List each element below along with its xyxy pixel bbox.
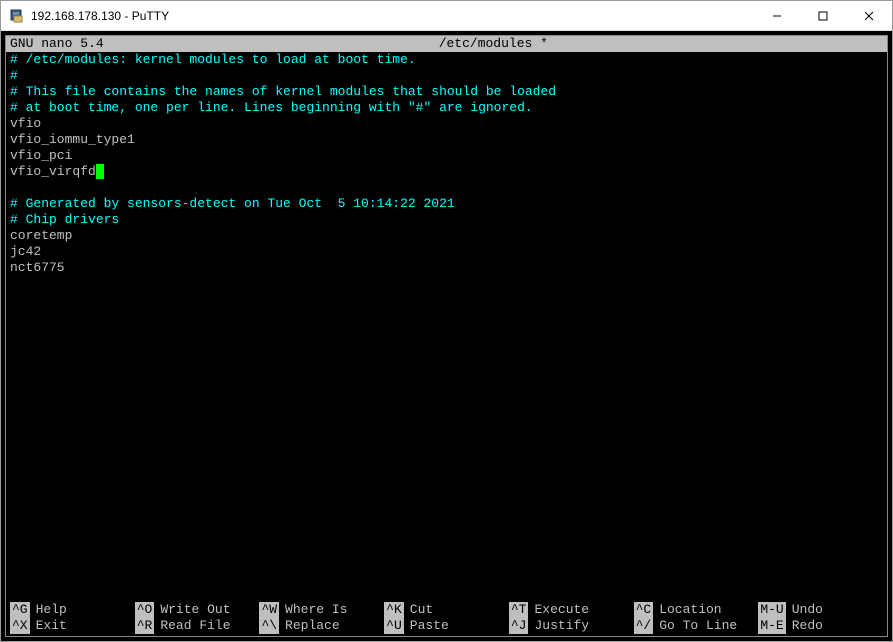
shortcut-key: ^R [135, 618, 155, 634]
comment-text: # Chip drivers [10, 212, 119, 228]
shortcut-key: ^\ [259, 618, 279, 634]
nano-version: GNU nano 5.4 [10, 36, 144, 52]
shortcut-item: ^C Location [634, 602, 759, 618]
shortcut-key: ^X [10, 618, 30, 634]
code-text: coretemp [10, 228, 72, 244]
editor-line[interactable]: # Chip drivers [10, 212, 883, 228]
titlebar[interactable]: 192.168.178.130 - PuTTY [1, 1, 892, 31]
shortcut-key: ^U [384, 618, 404, 634]
editor-body[interactable]: # /etc/modules: kernel modules to load a… [6, 52, 887, 602]
terminal[interactable]: GNU nano 5.4 /etc/modules * # /etc/modul… [5, 35, 888, 637]
putty-window: 192.168.178.130 - PuTTY GNU nano 5.4 /et… [0, 0, 893, 642]
editor-line[interactable] [10, 180, 883, 196]
shortcut-desc: Justify [534, 618, 589, 634]
shortcut-item: M-U Undo [758, 602, 883, 618]
editor-line[interactable]: vfio_virqfd [10, 164, 883, 180]
code-text: jc42 [10, 244, 41, 260]
shortcut-desc: Read File [160, 618, 230, 634]
shortcut-item: ^K Cut [384, 602, 509, 618]
shortcut-item: ^W Where Is [259, 602, 384, 618]
shortcut-key: M-U [758, 602, 785, 618]
window-title: 192.168.178.130 - PuTTY [31, 9, 754, 23]
shortcut-item: ^X Exit [10, 618, 135, 634]
shortcut-desc: Redo [792, 618, 823, 634]
shortcut-desc: Undo [792, 602, 823, 618]
shortcut-key: ^C [634, 602, 654, 618]
editor-line[interactable]: vfio_pci [10, 148, 883, 164]
shortcut-item: ^O Write Out [135, 602, 260, 618]
terminal-container: GNU nano 5.4 /etc/modules * # /etc/modul… [1, 31, 892, 641]
comment-text: # at boot time, one per line. Lines begi… [10, 100, 533, 116]
shortcut-key: ^W [259, 602, 279, 618]
code-text: vfio_virqfd [10, 164, 96, 180]
shortcut-item: ^J Justify [509, 618, 634, 634]
shortcut-desc: Write Out [160, 602, 230, 618]
nano-header-right [843, 36, 883, 52]
shortcut-item: ^R Read File [135, 618, 260, 634]
shortcut-item: ^\ Replace [259, 618, 384, 634]
maximize-button[interactable] [800, 1, 846, 31]
shortcut-key: ^G [10, 602, 30, 618]
code-text: vfio [10, 116, 41, 132]
nano-shortcuts: ^G Help ^O Write Out ^W Where Is ^K Cut ^T Execut… [6, 602, 887, 636]
editor-line[interactable]: coretemp [10, 228, 883, 244]
code-text: vfio_iommu_type1 [10, 132, 135, 148]
shortcut-item: ^G Help [10, 602, 135, 618]
shortcut-item: ^/ Go To Line [634, 618, 759, 634]
comment-text: # Generated by sensors-detect on Tue Oct… [10, 196, 455, 212]
shortcut-key: ^J [509, 618, 529, 634]
shortcut-desc: Exit [36, 618, 67, 634]
code-text: nct6775 [10, 260, 65, 276]
comment-text: # This file contains the names of kernel… [10, 84, 556, 100]
shortcut-key: ^T [509, 602, 529, 618]
shortcut-item: M-E Redo [758, 618, 883, 634]
cursor [96, 164, 104, 179]
shortcut-desc: Help [36, 602, 67, 618]
shortcut-row-2: ^X Exit ^R Read File ^\ Replace ^U Paste ^J Justi… [10, 618, 883, 634]
comment-text: # /etc/modules: kernel modules to load a… [10, 52, 416, 68]
shortcut-key: ^/ [634, 618, 654, 634]
shortcut-desc: Where Is [285, 602, 347, 618]
shortcut-desc: Execute [534, 602, 589, 618]
shortcut-desc: Go To Line [659, 618, 737, 634]
editor-line[interactable]: # This file contains the names of kernel… [10, 84, 883, 100]
shortcut-desc: Replace [285, 618, 340, 634]
shortcut-item: ^U Paste [384, 618, 509, 634]
editor-line[interactable]: vfio_iommu_type1 [10, 132, 883, 148]
code-text: vfio_pci [10, 148, 72, 164]
editor-line[interactable]: vfio [10, 116, 883, 132]
minimize-button[interactable] [754, 1, 800, 31]
editor-line[interactable]: # /etc/modules: kernel modules to load a… [10, 52, 883, 68]
shortcut-item: ^T Execute [509, 602, 634, 618]
comment-text: # [10, 68, 18, 84]
editor-line[interactable]: jc42 [10, 244, 883, 260]
nano-header: GNU nano 5.4 /etc/modules * [6, 36, 887, 52]
putty-icon [9, 8, 25, 24]
shortcut-desc: Paste [410, 618, 449, 634]
close-button[interactable] [846, 1, 892, 31]
shortcut-desc: Location [659, 602, 721, 618]
editor-line[interactable]: # at boot time, one per line. Lines begi… [10, 100, 883, 116]
nano-file-title: /etc/modules * [144, 36, 843, 52]
editor-line[interactable]: # Generated by sensors-detect on Tue Oct… [10, 196, 883, 212]
shortcut-key: M-E [758, 618, 785, 634]
shortcut-key: ^O [135, 602, 155, 618]
shortcut-key: ^K [384, 602, 404, 618]
editor-line[interactable]: nct6775 [10, 260, 883, 276]
shortcut-desc: Cut [410, 602, 433, 618]
editor-line[interactable]: # [10, 68, 883, 84]
shortcut-row-1: ^G Help ^O Write Out ^W Where Is ^K Cut ^T Execut… [10, 602, 883, 618]
window-controls [754, 1, 892, 31]
